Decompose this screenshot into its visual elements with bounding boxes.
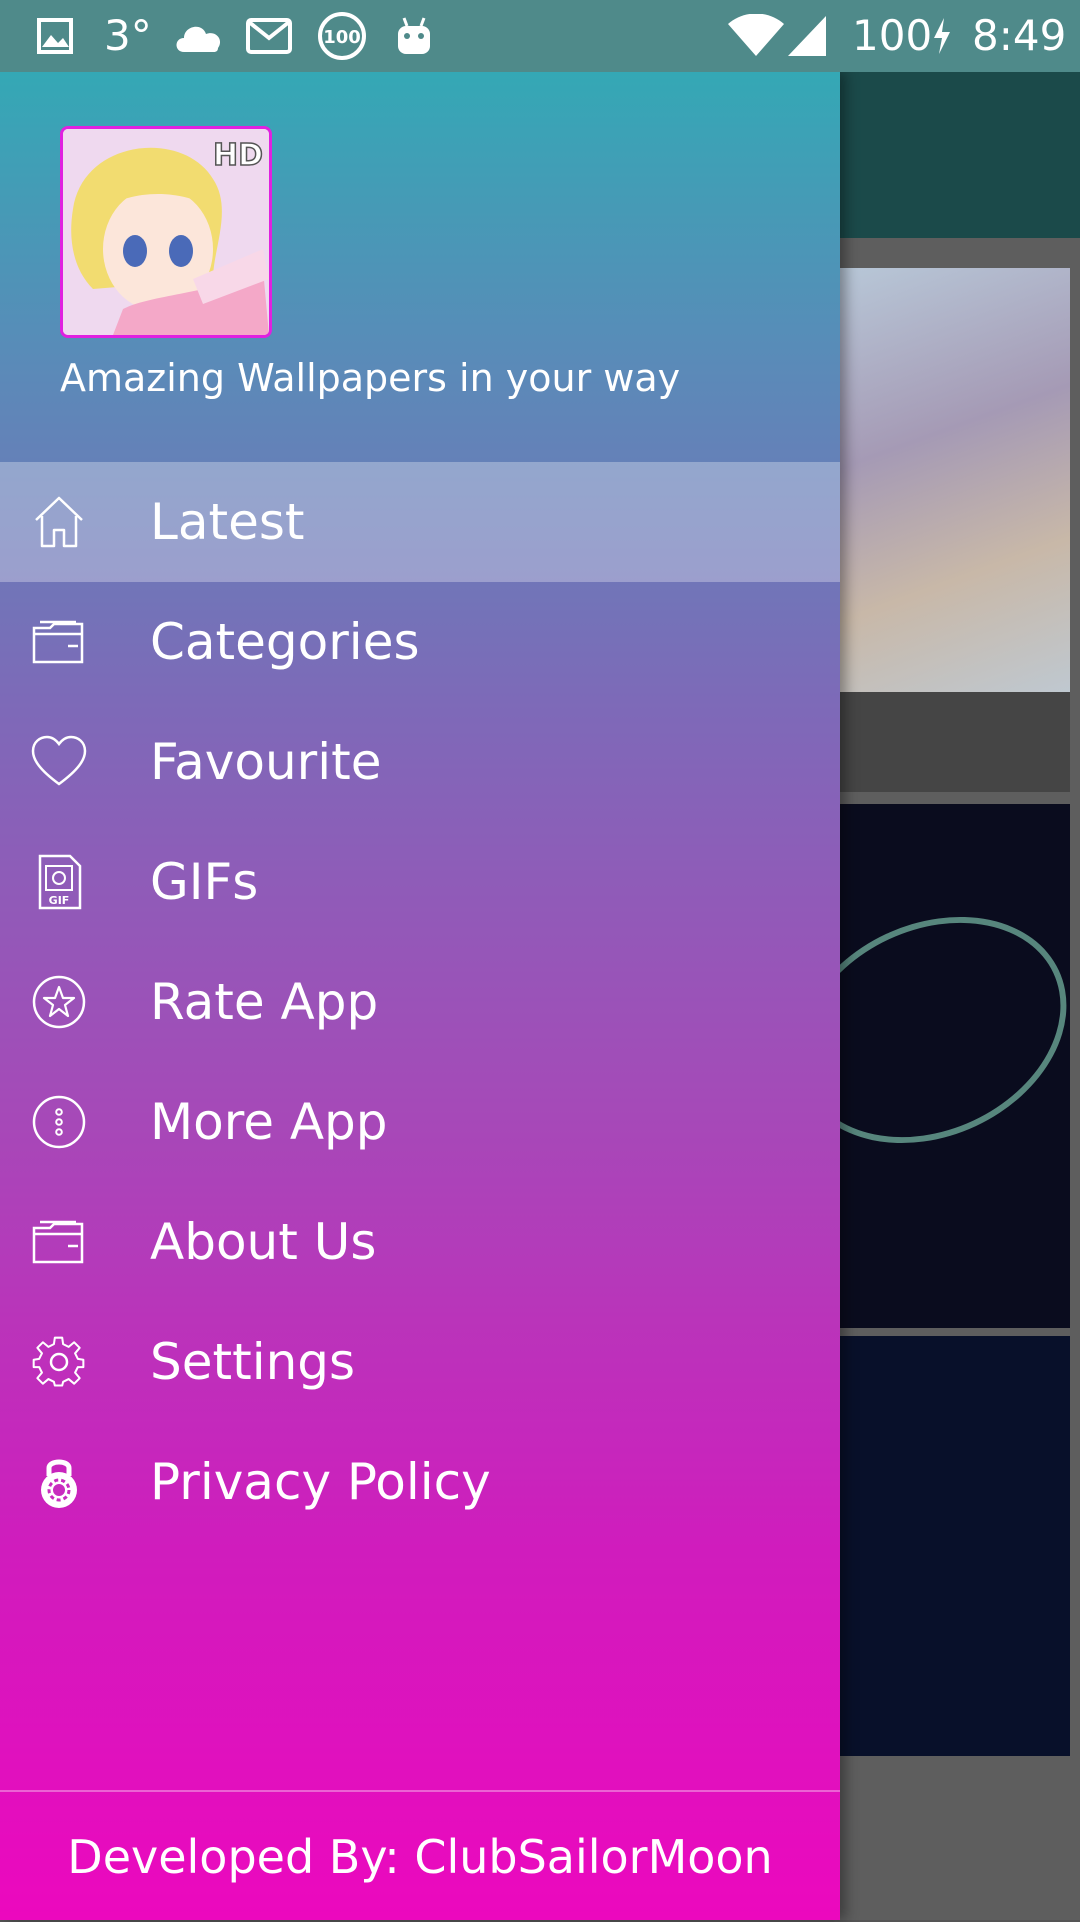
charging-icon [932,12,952,60]
menu-item-about-us[interactable]: About Us [0,1182,840,1302]
menu-item-more-app[interactable]: More App [0,1062,840,1182]
wallpaper-thumbnail[interactable] [830,268,1070,792]
temperature-text: 3° [104,11,152,60]
menu-item-label: Rate App [150,973,379,1031]
folder-icon [30,614,88,670]
menu-item-rate-app[interactable]: Rate App [0,942,840,1062]
wallpaper-thumbnail[interactable] [830,1336,1070,1756]
drawer-footer: Developed By: ClubSailorMoon [0,1790,840,1922]
menu-item-label: About Us [150,1213,377,1271]
signal-icon [786,12,828,60]
menu-item-privacy-policy[interactable]: Privacy Policy [0,1422,840,1542]
drawer-header: HD Amazing Wallpapers in your way [0,72,840,462]
svg-text:GIF: GIF [49,894,70,907]
status-bar: 3° 100 100 8:49 [0,0,1080,72]
menu-item-label: Privacy Policy [150,1453,491,1511]
badge-100-icon: 100 [316,12,368,60]
menu-item-label: Settings [150,1333,356,1391]
heart-icon [30,734,88,790]
menu-item-label: Categories [150,613,420,671]
folder-icon [30,1214,88,1270]
svg-text:100: 100 [323,27,361,48]
menu-item-settings[interactable]: Settings [0,1302,840,1422]
mail-icon [246,12,292,60]
image-icon [36,12,74,60]
menu-item-categories[interactable]: Categories [0,582,840,702]
menu-item-gifs[interactable]: GIF GIFs [0,822,840,942]
gear-icon [30,1334,88,1390]
lock-icon [30,1454,88,1510]
menu-item-latest[interactable]: Latest [0,462,840,582]
clock-text: 8:49 [972,11,1067,60]
menu-item-label: Favourite [150,733,382,791]
menu-item-label: Latest [150,493,305,551]
menu-item-label: More App [150,1093,388,1151]
more-circle-icon [30,1094,88,1150]
cloud-icon [172,12,224,60]
wifi-icon [726,12,786,60]
drawer-menu: Latest Categories Favourite GIF GIFs Rat… [0,462,840,1542]
gif-file-icon: GIF [30,854,88,910]
star-circle-icon [30,974,88,1030]
menu-item-label: GIFs [150,853,259,911]
wallpaper-thumbnail[interactable] [758,804,1080,1328]
android-icon [394,12,434,60]
home-icon [30,494,88,550]
developer-credit: Developed By: ClubSailorMoon [67,1830,773,1884]
drawer-tagline: Amazing Wallpapers in your way [60,356,681,400]
navigation-drawer: HD Amazing Wallpapers in your way Latest… [0,72,840,1920]
svg-text:HD: HD [213,138,263,173]
menu-item-favourite[interactable]: Favourite [0,702,840,822]
app-logo: HD [60,126,272,338]
battery-text: 100 [852,11,933,60]
